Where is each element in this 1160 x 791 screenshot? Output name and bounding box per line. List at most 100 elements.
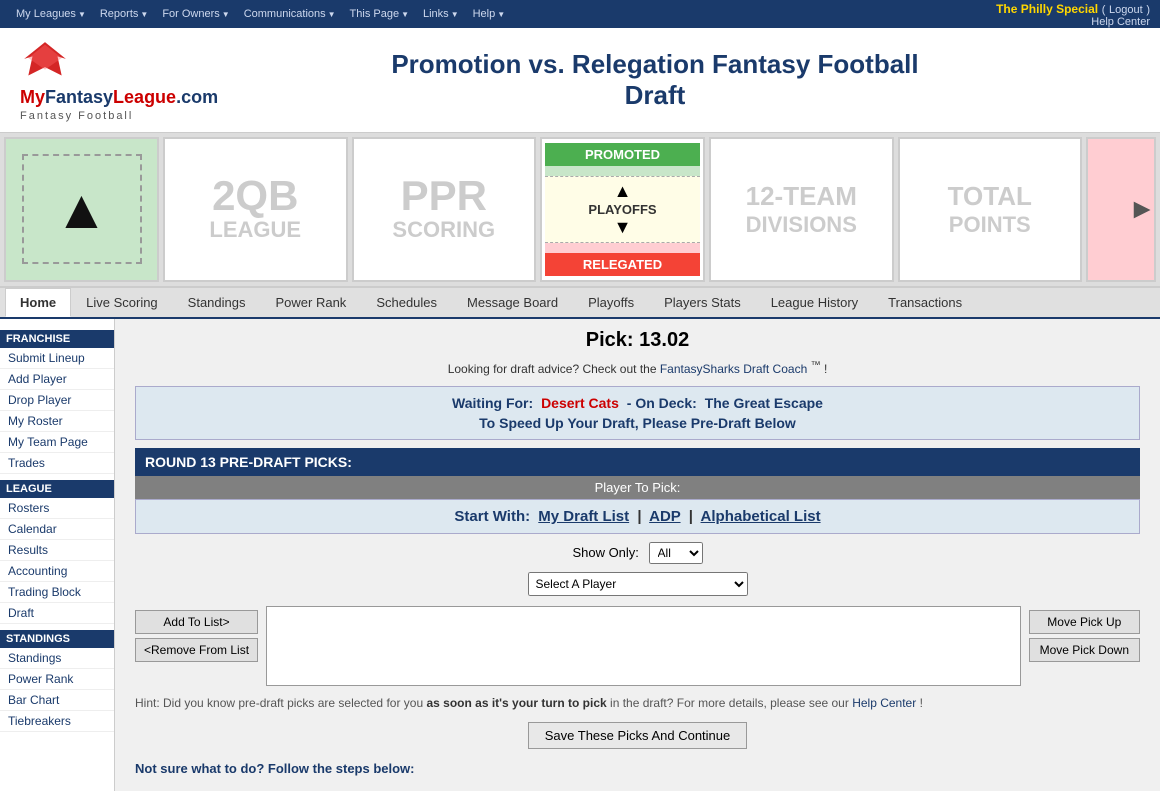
- nav-dropdown-arrow: ▼: [401, 10, 409, 19]
- draft-content-area: Pick: 13.02 Looking for draft advice? Ch…: [115, 319, 1160, 791]
- alphabetical-list-link[interactable]: Alphabetical List: [701, 508, 821, 525]
- separator-1: |: [637, 508, 641, 525]
- logo-sub-text: Fantasy Football: [20, 110, 170, 122]
- nav-dropdown-arrow: ▼: [222, 10, 230, 19]
- sidebar: FRANCHISE Submit Lineup Add Player Drop …: [0, 319, 115, 791]
- round-header: ROUND 13 PRE-DRAFT PICKS:: [135, 448, 1140, 476]
- player-to-pick-bar: Player To Pick:: [135, 476, 1140, 499]
- my-draft-list-link[interactable]: My Draft List: [538, 508, 629, 525]
- tab-live-scoring[interactable]: Live Scoring: [71, 288, 173, 317]
- card-total-points: TOTAL POINTS: [898, 137, 1083, 282]
- nav-communications[interactable]: Communications ▼: [238, 6, 342, 22]
- save-picks-button[interactable]: Save These Picks And Continue: [528, 722, 748, 749]
- promo-relegated-label: RELEGATED: [545, 253, 700, 276]
- card-12team-text: 12-TEAM: [746, 181, 857, 212]
- logo-my-text: My: [20, 87, 45, 107]
- player-select-row: Select A Player: [135, 572, 1140, 596]
- start-with-bar: Start With: My Draft List | ADP | Alphab…: [135, 499, 1140, 534]
- sidebar-item-my-team-page[interactable]: My Team Page: [0, 432, 114, 453]
- tab-transactions[interactable]: Transactions: [873, 288, 977, 317]
- sidebar-item-bar-chart[interactable]: Bar Chart: [0, 690, 114, 711]
- nav-for-owners-label: For Owners: [162, 8, 219, 20]
- header-title: Promotion vs. Relegation Fantasy Footbal…: [170, 49, 1140, 111]
- page-title: Promotion vs. Relegation Fantasy Footbal…: [170, 49, 1140, 111]
- show-only-select[interactable]: All QB RB WR TE K DEF: [649, 542, 703, 564]
- tab-standings[interactable]: Standings: [173, 288, 261, 317]
- logo-fantasy-text: Fantasy: [45, 87, 113, 107]
- draft-buttons-left: Add To List> <Remove From List: [135, 606, 258, 662]
- show-only-label: Show Only:: [572, 545, 638, 560]
- sidebar-item-calendar[interactable]: Calendar: [0, 519, 114, 540]
- draft-main-area: Add To List> <Remove From List Move Pick…: [135, 606, 1140, 686]
- sidebar-item-add-player[interactable]: Add Player: [0, 369, 114, 390]
- waiting-team-link[interactable]: Desert Cats: [541, 395, 619, 411]
- nav-for-owners[interactable]: For Owners ▼: [156, 6, 235, 22]
- nav-my-leagues[interactable]: My Leagues ▼: [10, 6, 92, 22]
- nav-dropdown-arrow: ▼: [497, 10, 505, 19]
- tab-message-board[interactable]: Message Board: [452, 288, 573, 317]
- draft-advice-text: Looking for draft advice? Check out the …: [135, 360, 1140, 376]
- draft-list-box[interactable]: [266, 606, 1021, 686]
- remove-from-list-button[interactable]: <Remove From List: [135, 638, 258, 662]
- save-button-row: Save These Picks And Continue: [135, 722, 1140, 749]
- card-promo-relegate: PROMOTED ▲ PLAYOFFS ▼ RELEGATED: [540, 137, 705, 282]
- move-pick-up-button[interactable]: Move Pick Up: [1029, 610, 1140, 634]
- logout-link[interactable]: Logout: [1109, 4, 1143, 16]
- sidebar-item-submit-lineup[interactable]: Submit Lineup: [0, 348, 114, 369]
- filter-row: Show Only: All QB RB WR TE K DEF: [135, 542, 1140, 564]
- hint-end: !: [920, 696, 923, 710]
- logo-league-text: League: [113, 87, 176, 107]
- tab-playoffs[interactable]: Playoffs: [573, 288, 649, 317]
- nav-links[interactable]: Links ▼: [417, 6, 465, 22]
- add-to-list-button[interactable]: Add To List>: [135, 610, 258, 634]
- nav-reports[interactable]: Reports ▼: [94, 6, 154, 22]
- page-title-line1: Promotion vs. Relegation Fantasy Footbal…: [170, 49, 1140, 80]
- tab-power-rank[interactable]: Power Rank: [261, 288, 362, 317]
- sidebar-item-rosters[interactable]: Rosters: [0, 498, 114, 519]
- nav-reports-label: Reports: [100, 8, 139, 20]
- waiting-line2: To Speed Up Your Draft, Please Pre-Draft…: [144, 415, 1131, 431]
- mfl-logo-bird: [20, 38, 70, 88]
- sidebar-item-my-roster[interactable]: My Roster: [0, 411, 114, 432]
- tab-players-stats[interactable]: Players Stats: [649, 288, 756, 317]
- top-navigation: My Leagues ▼ Reports ▼ For Owners ▼ Comm…: [0, 0, 1160, 28]
- player-select-dropdown[interactable]: Select A Player: [528, 572, 748, 596]
- tab-home[interactable]: Home: [5, 288, 71, 317]
- sidebar-item-standings[interactable]: Standings: [0, 648, 114, 669]
- card-pink-partial: ►: [1086, 137, 1156, 282]
- card-2qb-text: 2QB: [212, 175, 298, 217]
- sidebar-item-accounting[interactable]: Accounting: [0, 561, 114, 582]
- promo-promoted-label: PROMOTED: [545, 143, 700, 166]
- nav-dropdown-arrow: ▼: [451, 10, 459, 19]
- hint-help-center-link[interactable]: Help Center: [852, 696, 916, 710]
- logo-text: MyFantasyLeague.com Fantasy Football: [20, 88, 170, 122]
- trademark-symbol: ™: [811, 360, 821, 371]
- page-title-line2: Draft: [170, 80, 1140, 111]
- sidebar-item-trading-block[interactable]: Trading Block: [0, 582, 114, 603]
- feature-cards-row: ▲ 2QB LEAGUE PPR SCORING PROMOTED ▲ PLAY…: [0, 133, 1160, 288]
- waiting-line1: Waiting For: Desert Cats - On Deck: The …: [144, 395, 1131, 411]
- nav-this-page[interactable]: This Page ▼: [344, 6, 415, 22]
- hint-mid: in the draft? For more details, please s…: [610, 696, 852, 710]
- sidebar-item-draft[interactable]: Draft: [0, 603, 114, 624]
- sidebar-league-header: LEAGUE: [0, 480, 114, 498]
- tab-league-history[interactable]: League History: [756, 288, 873, 317]
- fantasy-sharks-link[interactable]: FantasySharks Draft Coach: [660, 362, 807, 376]
- site-name-link[interactable]: The Philly Special: [996, 2, 1098, 16]
- top-nav-links: My Leagues ▼ Reports ▼ For Owners ▼ Comm…: [10, 6, 511, 22]
- sidebar-item-drop-player[interactable]: Drop Player: [0, 390, 114, 411]
- top-right-user-area: The Philly Special ( Logout ) Help Cente…: [996, 1, 1150, 28]
- sidebar-item-results[interactable]: Results: [0, 540, 114, 561]
- help-center-link[interactable]: Help Center: [996, 16, 1150, 28]
- card-ppr-text: PPR: [401, 175, 487, 217]
- on-deck-team-link[interactable]: The Great Escape: [705, 395, 823, 411]
- move-pick-down-button[interactable]: Move Pick Down: [1029, 638, 1140, 662]
- adp-link[interactable]: ADP: [649, 508, 680, 525]
- main-content: FRANCHISE Submit Lineup Add Player Drop …: [0, 319, 1160, 791]
- sidebar-item-power-rank[interactable]: Power Rank: [0, 669, 114, 690]
- card-total-sub: POINTS: [949, 212, 1031, 238]
- sidebar-item-trades[interactable]: Trades: [0, 453, 114, 474]
- tab-schedules[interactable]: Schedules: [361, 288, 452, 317]
- nav-help[interactable]: Help ▼: [467, 6, 512, 22]
- sidebar-item-tiebreakers[interactable]: Tiebreakers: [0, 711, 114, 732]
